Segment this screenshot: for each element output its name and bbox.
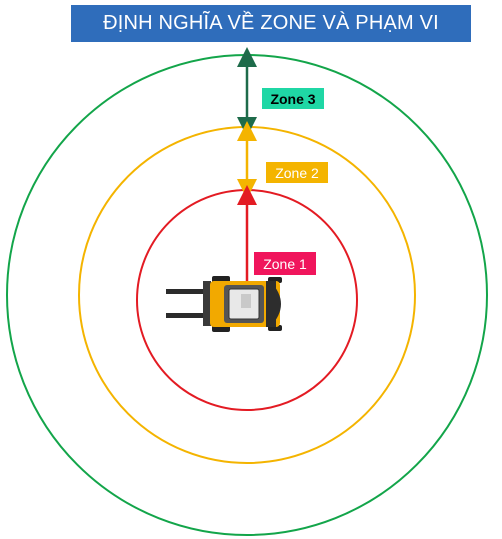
- zone1-label: Zone 1: [254, 252, 316, 275]
- forklift-icon: [166, 276, 282, 332]
- zone3-label: Zone 3: [262, 88, 324, 109]
- zone3-label-text: Zone 3: [270, 90, 316, 107]
- zone2-label: Zone 2: [266, 162, 328, 183]
- zone-diagram: [6, 47, 488, 536]
- zone1-label-text: Zone 1: [263, 255, 307, 272]
- zone2-label-text: Zone 2: [275, 164, 319, 181]
